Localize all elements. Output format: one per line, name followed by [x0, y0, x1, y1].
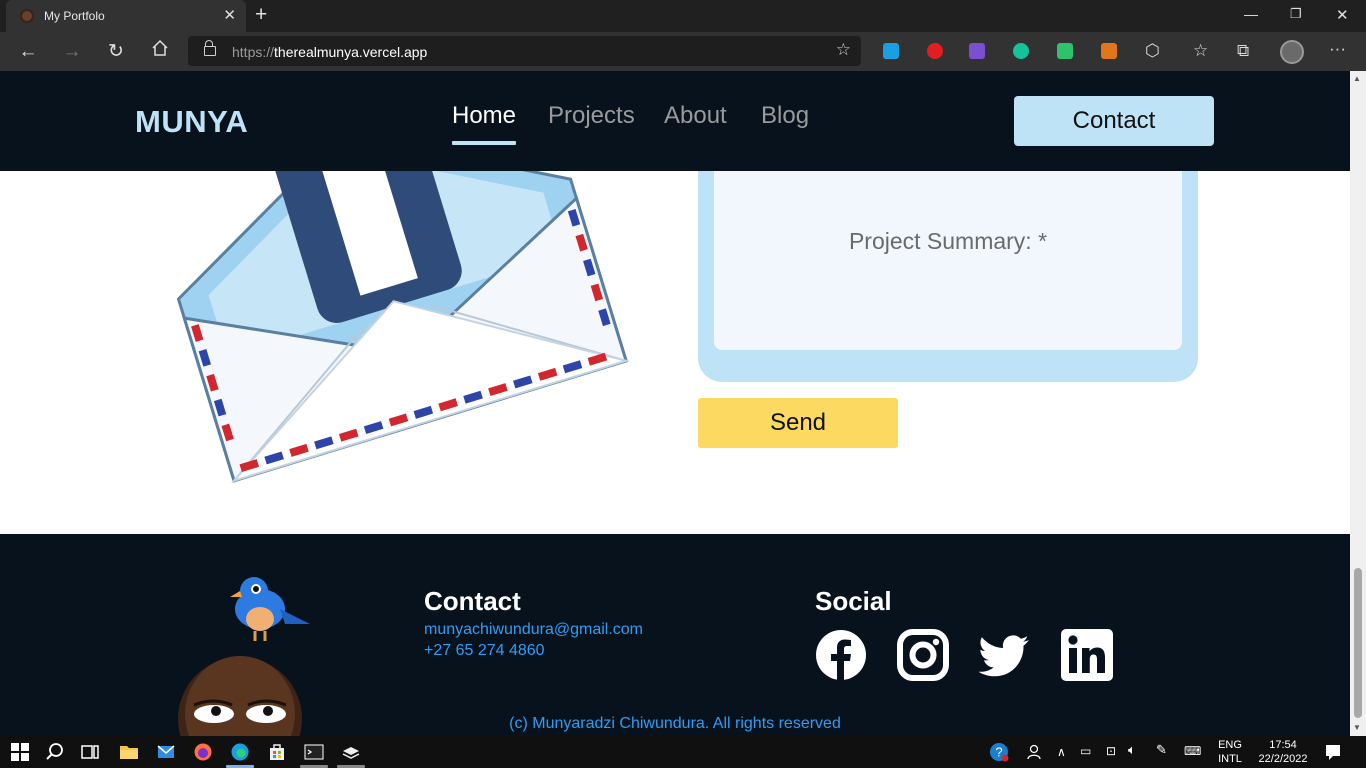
send-button[interactable]: Send [698, 398, 898, 448]
favicon-icon [20, 9, 34, 23]
windows-start-icon[interactable] [10, 742, 30, 762]
site-navbar: MUNYA Home Projects About Blog Contact [0, 71, 1350, 171]
refresh-button[interactable]: ↻ [103, 39, 129, 65]
keyboard-icon[interactable]: ⌨ [1184, 744, 1201, 758]
more-menu-icon[interactable]: ··· [1329, 39, 1346, 59]
scroll-down-arrow-icon[interactable]: ▼ [1353, 723, 1361, 732]
instagram-icon[interactable] [897, 629, 949, 681]
active-nav-indicator [452, 141, 516, 145]
forward-button[interactable]: → [59, 39, 85, 65]
footer-social-heading: Social [815, 586, 892, 616]
svg-text:?: ? [995, 745, 1002, 760]
avatar-with-bird-illustration [178, 577, 310, 736]
browser-tab[interactable]: My Portfolo ✕ [6, 0, 246, 32]
close-window-button[interactable]: ✕ [1336, 6, 1349, 24]
profile-avatar[interactable] [1280, 40, 1304, 64]
tab-bar: My Portfolo ✕ + — ❐ ✕ [0, 0, 1366, 32]
help-icon[interactable]: ? [989, 742, 1009, 762]
facebook-icon[interactable] [815, 629, 867, 681]
nav-home[interactable]: Home [452, 102, 516, 130]
collections-icon[interactable]: ⧉ [1237, 41, 1249, 61]
input-language[interactable]: ENG INTL [1214, 738, 1246, 766]
extension-grammarly-icon[interactable] [1013, 43, 1029, 59]
footer-contact-heading: Contact [424, 586, 521, 616]
url-text: https://therealmunya.vercel.app [232, 44, 428, 60]
pen-icon[interactable]: ✎ [1156, 743, 1167, 757]
contact-button[interactable]: Contact [1014, 96, 1214, 146]
extension-translate-icon[interactable] [883, 43, 899, 59]
file-explorer-icon[interactable] [119, 742, 139, 762]
windows-taskbar: ? ∧ ▭ ⊡ 🔈︎ ✎ ⌨ ENG INTL 17:54 22/2/2022 [0, 736, 1366, 768]
address-input[interactable]: https://therealmunya.vercel.app ☆ [188, 36, 861, 66]
close-tab-icon[interactable]: ✕ [223, 6, 236, 24]
extension-metamask-icon[interactable] [1101, 43, 1117, 59]
search-icon[interactable] [45, 742, 65, 762]
scroll-up-arrow-icon[interactable]: ▲ [1353, 74, 1361, 83]
task-view-icon[interactable] [80, 742, 100, 762]
show-hidden-icons-chevron-icon[interactable]: ∧ [1057, 745, 1066, 759]
site-logo[interactable]: MUNYA [135, 104, 248, 140]
twitter-icon[interactable] [979, 629, 1031, 681]
copyright-text: (c) Munyaradzi Chiwundura. All rights re… [509, 715, 841, 732]
tab-title: My Portfolo [44, 9, 105, 23]
scroll-thumb[interactable] [1354, 568, 1362, 718]
minimize-button[interactable]: — [1244, 6, 1258, 22]
back-button[interactable]: ← [15, 39, 41, 65]
restore-button[interactable]: ❐ [1290, 6, 1302, 22]
volume-icon[interactable]: 🔈︎ [1128, 743, 1136, 757]
phone-link[interactable]: +27 65 274 4860 [424, 642, 545, 660]
envelope-illustration [176, 126, 630, 483]
nav-about[interactable]: About [664, 102, 727, 130]
contact-form-panel: Project Summary: * [698, 151, 1198, 382]
edge-icon[interactable] [230, 742, 250, 762]
email-link[interactable]: munyachiwundura@gmail.com [424, 621, 643, 639]
home-button[interactable] [147, 39, 173, 65]
web-page: MUNYA Home Projects About Blog Contact P… [0, 71, 1350, 736]
add-favorite-icon[interactable]: ☆ [836, 40, 851, 60]
page-scrollbar[interactable]: ▲ ▼ [1350, 71, 1366, 736]
people-icon[interactable] [1026, 742, 1046, 762]
home-icon [152, 39, 168, 56]
mail-icon[interactable] [156, 742, 176, 762]
clock[interactable]: 17:54 22/2/2022 [1252, 738, 1314, 766]
new-tab-button[interactable]: + [255, 3, 267, 27]
battery-icon[interactable]: ▭ [1080, 744, 1091, 758]
linkedin-icon[interactable] [1061, 629, 1113, 681]
network-icon[interactable]: ⊡ [1106, 744, 1116, 758]
nav-blog[interactable]: Blog [761, 102, 809, 130]
project-summary-placeholder: Project Summary: * [848, 228, 1048, 254]
terminal-icon[interactable] [304, 742, 324, 762]
project-summary-textarea[interactable]: Project Summary: * [714, 151, 1182, 350]
firefox-icon[interactable] [193, 742, 213, 762]
extension-adblock-icon[interactable] [927, 43, 943, 59]
app-stack-icon[interactable] [341, 742, 361, 762]
lock-icon [204, 40, 216, 56]
site-footer: Contact munyachiwundura@gmail.com +27 65… [0, 534, 1350, 736]
extension-purple-icon[interactable] [969, 43, 985, 59]
extension-green-icon[interactable] [1057, 43, 1073, 59]
notifications-icon[interactable] [1323, 742, 1343, 762]
address-toolbar: ← → ↻ https://therealmunya.vercel.app ☆ … [0, 32, 1366, 71]
store-icon[interactable] [267, 742, 287, 762]
nav-projects[interactable]: Projects [548, 102, 635, 130]
extensions-icon[interactable]: ⬡ [1145, 41, 1160, 61]
favorites-icon[interactable]: ☆ [1193, 41, 1208, 61]
